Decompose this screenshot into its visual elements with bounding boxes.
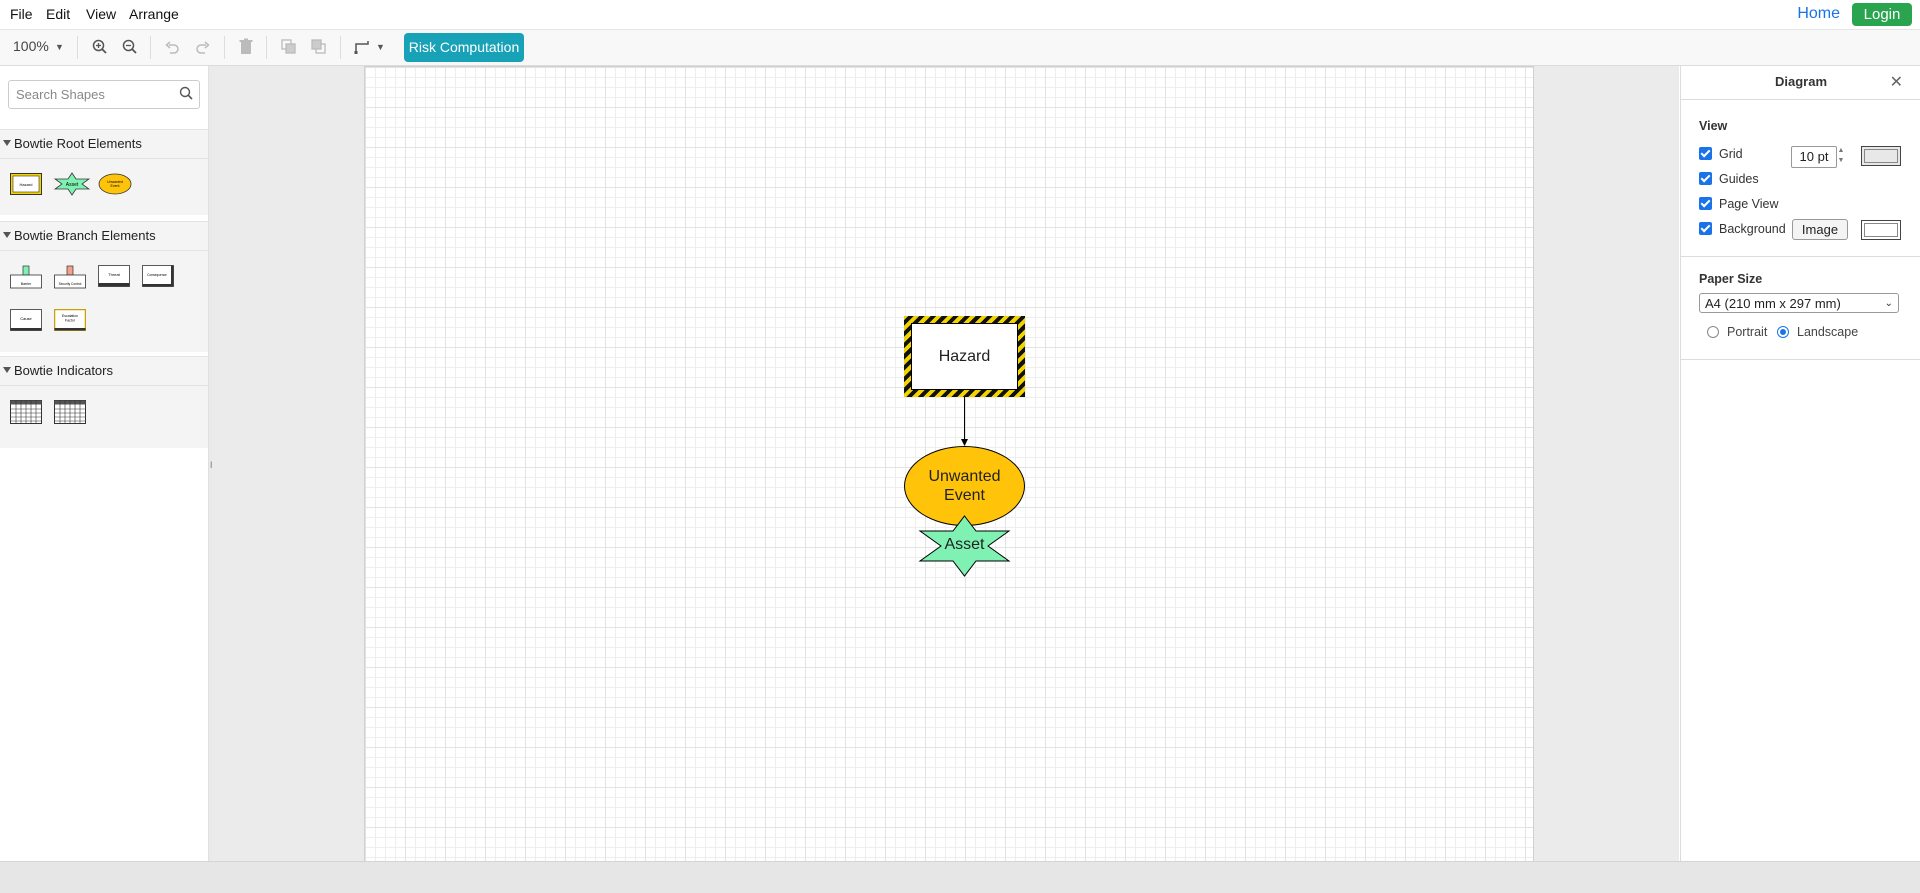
grid-checkbox[interactable] (1699, 147, 1712, 160)
asset-label: Asset (944, 536, 985, 553)
svg-text:Asset: Asset (66, 182, 79, 188)
background-checkbox[interactable] (1699, 222, 1712, 235)
toolbar-separator (150, 36, 151, 59)
zoom-out-icon[interactable] (122, 39, 138, 55)
barrier-shape[interactable]: Barrier (10, 265, 42, 289)
toolbar-separator (340, 36, 341, 59)
cause-shape[interactable]: Cause (10, 309, 42, 331)
to-front-icon[interactable] (281, 39, 297, 55)
waypoints-icon[interactable] (354, 39, 372, 55)
menu-edit[interactable]: Edit (46, 6, 70, 22)
root-elements-palette: Hazard Asset Unwanted Event (0, 159, 208, 215)
to-back-icon[interactable] (311, 39, 327, 55)
section-title: Bowtie Root Elements (14, 136, 142, 151)
delete-icon[interactable] (238, 38, 254, 55)
panel-title: Diagram (1774, 74, 1828, 89)
page-view-checkbox[interactable] (1699, 197, 1712, 210)
svg-text:Threat: Threat (108, 272, 120, 277)
search-placeholder: Search Shapes (16, 87, 105, 102)
section-title: Bowtie Branch Elements (14, 228, 156, 243)
zoom-dropdown-icon[interactable]: ▼ (55, 42, 64, 52)
shapes-sidebar: Search Shapes Bowtie Root Elements Hazar… (0, 66, 209, 861)
hazard-shape[interactable]: Hazard (10, 173, 42, 195)
unwanted-event-label: Unwanted Event (928, 468, 1001, 504)
zoom-select[interactable]: 100% (13, 38, 49, 54)
consequence-shape[interactable]: Consequence (142, 265, 174, 287)
menu-file[interactable]: File (10, 6, 33, 22)
menubar: File Edit View Arrange Home Login (0, 0, 1920, 30)
close-icon[interactable]: ✕ (1890, 72, 1903, 92)
guides-label: Guides (1719, 172, 1759, 186)
portrait-label: Portrait (1727, 325, 1768, 339)
undo-icon[interactable] (164, 39, 180, 55)
grid-color-swatch[interactable] (1861, 146, 1901, 166)
waypoints-dropdown-icon[interactable]: ▼ (376, 42, 385, 52)
unwanted-event-node[interactable]: Unwanted Event (904, 446, 1025, 526)
indicator-table-shape[interactable] (54, 400, 86, 424)
menu-arrange[interactable]: Arrange (129, 6, 179, 22)
grid-size-input[interactable]: 10 pt (1791, 146, 1837, 168)
threat-shape[interactable]: Threat (98, 265, 130, 287)
toolbar-separator (266, 36, 267, 59)
grid-label: Grid (1719, 147, 1743, 161)
grid-size-spinner-icon[interactable]: ▲ ▼ (1836, 146, 1846, 166)
section-root-elements[interactable]: Bowtie Root Elements (0, 129, 208, 159)
svg-text:Event: Event (111, 184, 120, 188)
hazard-label: Hazard (938, 347, 991, 365)
section-title: Bowtie Indicators (14, 363, 113, 378)
redo-icon[interactable] (195, 39, 211, 55)
toolbar-separator (224, 36, 225, 59)
hazard-node[interactable]: Hazard (904, 316, 1025, 397)
collapse-triangle-icon (3, 367, 11, 373)
svg-text:Hazard: Hazard (20, 182, 33, 187)
background-image-button[interactable]: Image (1792, 219, 1848, 240)
collapse-triangle-icon (3, 232, 11, 238)
indicator-table-shape[interactable] (10, 400, 42, 424)
branch-elements-palette: Barrier Security Control Threat Conseque… (0, 251, 208, 352)
format-panel: Diagram ✕ View Grid 10 pt ▲ ▼ Guides Page… (1680, 66, 1920, 861)
unwanted-event-shape[interactable]: Unwanted Event (98, 173, 132, 195)
status-bar (0, 861, 1920, 893)
login-button[interactable]: Login (1852, 3, 1912, 26)
chevron-down-icon: ⌄ (1884, 298, 1893, 309)
landscape-label: Landscape (1797, 325, 1859, 339)
menu-view[interactable]: View (86, 6, 116, 22)
risk-computation-button[interactable]: Risk Computation (404, 33, 524, 62)
guides-checkbox[interactable] (1699, 172, 1712, 185)
portrait-radio[interactable] (1707, 326, 1719, 338)
search-icon[interactable] (179, 86, 193, 100)
paper-size-title: Paper Size (1699, 272, 1763, 286)
panel-divider (1681, 359, 1920, 360)
paper-size-select[interactable]: A4 (210 mm x 297 mm) ⌄ (1699, 293, 1899, 313)
background-label: Background (1719, 222, 1786, 236)
escalation-factor-shape[interactable]: Escalation Factor (54, 309, 86, 331)
panel-divider (1681, 99, 1920, 100)
landscape-radio[interactable] (1777, 326, 1789, 338)
background-color-swatch[interactable] (1861, 220, 1901, 240)
page-view-label: Page View (1719, 197, 1779, 211)
svg-text:Escalation: Escalation (62, 314, 78, 318)
home-link[interactable]: Home (1797, 5, 1840, 23)
toolbar-separator (77, 36, 78, 59)
panel-divider (1681, 256, 1920, 257)
svg-text:Security Control: Security Control (59, 282, 82, 286)
view-section-title: View (1699, 119, 1728, 133)
svg-text:Factor: Factor (65, 319, 76, 323)
section-indicators[interactable]: Bowtie Indicators (0, 356, 208, 386)
security-control-shape[interactable]: Security Control (54, 265, 86, 289)
toolbar: 100% ▼ ▼ Risk Computation (0, 30, 1920, 66)
search-shapes-input[interactable]: Search Shapes (8, 80, 200, 109)
svg-text:Barrier: Barrier (21, 282, 32, 286)
zoom-in-icon[interactable] (92, 39, 108, 55)
section-branch-elements[interactable]: Bowtie Branch Elements (0, 221, 208, 251)
svg-text:Consequence: Consequence (147, 273, 167, 277)
collapse-triangle-icon (3, 140, 11, 146)
asset-shape[interactable]: Asset (54, 172, 90, 196)
paper-size-value: A4 (210 mm x 297 mm) (1705, 296, 1841, 311)
indicators-palette (0, 386, 208, 448)
svg-text:Cause: Cause (20, 316, 32, 321)
